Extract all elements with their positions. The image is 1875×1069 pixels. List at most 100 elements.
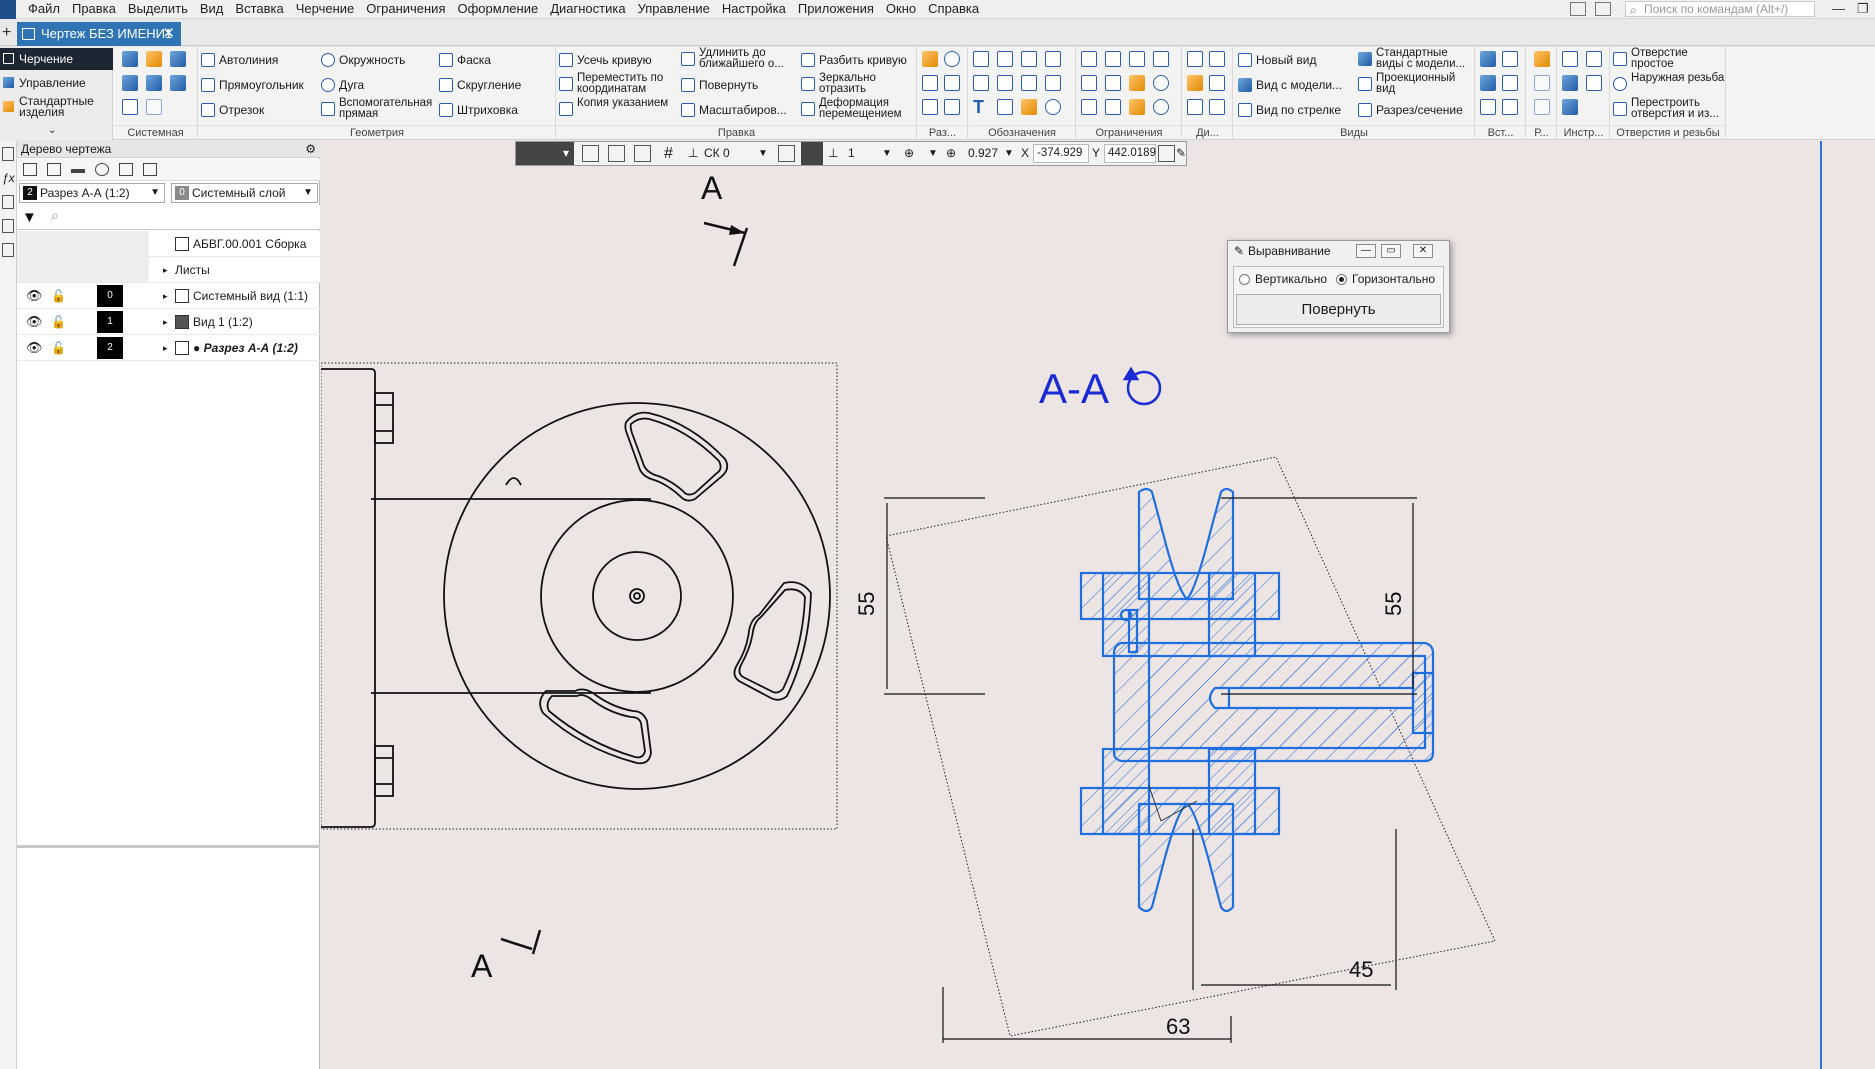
restore-button[interactable]: ❐ (1857, 1, 1869, 17)
y-coordinate-field[interactable]: 442.0189 (1104, 144, 1156, 163)
tool-4-icon[interactable] (1586, 75, 1602, 91)
preview-icon[interactable] (146, 75, 162, 91)
circle-button[interactable]: Окружность (319, 49, 405, 71)
expand-icon[interactable]: ▸ (163, 257, 168, 283)
undo-icon[interactable] (122, 99, 138, 115)
dialog-minimize-button[interactable]: — (1356, 244, 1376, 258)
di-5-icon[interactable] (1187, 99, 1203, 115)
filter-icon[interactable]: ▼ (22, 209, 37, 226)
rotate-button-dialog[interactable]: Повернуть (1236, 294, 1441, 325)
insert-6-icon[interactable] (1502, 99, 1518, 115)
base-icon[interactable] (997, 51, 1013, 67)
tree-tool-1-icon[interactable] (23, 163, 37, 176)
drawing-canvas[interactable]: А А А-А 55 55 45 63 (321, 141, 1875, 1069)
rebuild-holes-button[interactable]: Перестроить отверстия и из... (1611, 97, 1725, 120)
copy-button[interactable]: Копия указанием (557, 97, 675, 120)
view-from-model-button[interactable]: Вид с модели... (1236, 74, 1342, 96)
menu-file[interactable]: Файл (22, 0, 66, 19)
menu-control[interactable]: Управление (632, 0, 716, 19)
extend-button[interactable]: Удлинить до ближайшего о... (679, 47, 797, 70)
angle-dim-icon[interactable] (922, 75, 938, 91)
chamfer-button[interactable]: Фаска (437, 49, 491, 71)
cs-chevron-down-icon[interactable]: ▼ (758, 142, 768, 165)
tree-row-system-view[interactable]: 👁 🔓 0 ▸ Системный вид (1:1) (17, 283, 320, 309)
mirror-button[interactable]: Зеркально отразить (799, 72, 911, 95)
zoom-window-icon[interactable]: ⊕ (904, 142, 914, 165)
menu-settings[interactable]: Настройка (716, 0, 792, 19)
di-4-icon[interactable] (1209, 75, 1225, 91)
tree-row-sheets[interactable]: ▸ Листы (17, 257, 320, 283)
tree-tool-5-icon[interactable] (119, 163, 133, 176)
equal-icon[interactable] (1105, 99, 1121, 115)
radio-vertical[interactable]: Вертикально (1239, 272, 1327, 286)
gear-icon[interactable]: ⚙ (305, 141, 316, 157)
text-a-icon[interactable] (973, 75, 989, 91)
question-icon[interactable] (1153, 99, 1169, 115)
concentric-icon[interactable] (1153, 75, 1169, 91)
text-icon[interactable]: T (973, 98, 989, 116)
menu-edit[interactable]: Правка (66, 0, 122, 19)
mode-drawing[interactable]: Черчение (0, 48, 113, 70)
fix-point-icon[interactable] (1129, 75, 1145, 91)
std-views-button[interactable]: Стандартные виды с модели... (1356, 47, 1474, 70)
command-search-input[interactable]: ⌕ Поиск по командам (Alt+/) (1625, 1, 1815, 17)
roughness-icon[interactable] (973, 51, 989, 67)
tree-tool-4-icon[interactable] (95, 163, 109, 176)
dialog-restore-button[interactable]: ▭ (1381, 244, 1401, 258)
fillet-button[interactable]: Скругление (437, 74, 521, 96)
mode-std-parts[interactable]: Стандартные изделия (0, 95, 113, 118)
layer-combobox[interactable]: 0 Системный слой ▼ (171, 183, 318, 203)
aux-line-button[interactable]: Вспомогательная прямая (319, 97, 432, 120)
position-icon[interactable] (1021, 75, 1037, 91)
eye-icon[interactable]: 👁 (26, 283, 43, 309)
trim-curve-button[interactable]: Усечь кривую (557, 49, 652, 71)
split-curve-button[interactable]: Разбить кривую (799, 49, 907, 71)
move-coords-button[interactable]: Переместить по координатам (557, 72, 675, 95)
new-doc-icon[interactable] (122, 51, 138, 67)
leader-icon[interactable] (1045, 51, 1061, 67)
close-tab-button[interactable]: ✕ (162, 22, 175, 46)
properties-icon[interactable] (2, 195, 14, 209)
r-3-icon[interactable] (1534, 99, 1550, 115)
menu-select[interactable]: Выделить (122, 0, 194, 19)
round-icon[interactable] (634, 145, 651, 162)
cs-value[interactable]: СК 0 (704, 142, 730, 165)
lock-icon[interactable]: 🔓 (51, 335, 66, 361)
text-a2-icon[interactable] (997, 75, 1013, 91)
angle-fix-icon[interactable] (1105, 75, 1121, 91)
eye-icon[interactable]: 👁 (26, 309, 43, 335)
mode-control[interactable]: Управление (0, 72, 113, 94)
tree-splitter[interactable] (17, 845, 320, 848)
lock-icon[interactable]: 🔓 (51, 283, 66, 309)
tree-panel-icon[interactable] (2, 147, 14, 161)
minimize-button[interactable]: — (1832, 1, 1845, 16)
insert-2-icon[interactable] (1502, 51, 1518, 67)
eye-icon[interactable]: 👁 (26, 335, 43, 361)
tree-search-icon[interactable]: ⌕ (51, 207, 59, 224)
alignment-title-bar[interactable]: ✎ Выравнивание — ▭ ✕ (1228, 241, 1449, 261)
di-6-icon[interactable] (1209, 99, 1225, 115)
grid-icon[interactable]: # (664, 142, 673, 165)
variables-icon[interactable]: ƒx (2, 171, 15, 185)
lightning-icon[interactable] (1021, 99, 1037, 115)
layout-icon[interactable] (1570, 2, 1586, 16)
new-tab-button[interactable]: + (2, 24, 11, 42)
snap-mode-icon[interactable] (801, 142, 823, 165)
tolerance-icon[interactable] (1021, 51, 1037, 67)
tool-1-icon[interactable] (1562, 51, 1578, 67)
tool-5-icon[interactable] (1562, 99, 1578, 115)
menu-window[interactable]: Окно (880, 0, 922, 19)
zoom-value[interactable]: 0.927 (968, 142, 998, 165)
cs-axes-icon[interactable]: ⊥ (688, 142, 698, 165)
expand-chevron-icon[interactable]: ⌄ (48, 125, 56, 136)
di-2-icon[interactable] (1209, 51, 1225, 67)
chain-dim-icon[interactable] (922, 99, 938, 115)
tree-tool-6-icon[interactable] (143, 163, 157, 176)
zoom-level-chevron-down-icon[interactable]: ▼ (1004, 142, 1014, 165)
menu-design[interactable]: Оформление (452, 0, 545, 19)
line-style-icon[interactable] (778, 145, 795, 162)
outer-thread-button[interactable]: Наружная резьба (1611, 72, 1725, 95)
x-coordinate-field[interactable]: -374.929 (1033, 144, 1089, 163)
tree-row-section[interactable]: 👁 🔓 2 ▸ ● Разрез А-А (1:2) (17, 335, 320, 361)
step-value[interactable]: 1 (848, 142, 855, 165)
